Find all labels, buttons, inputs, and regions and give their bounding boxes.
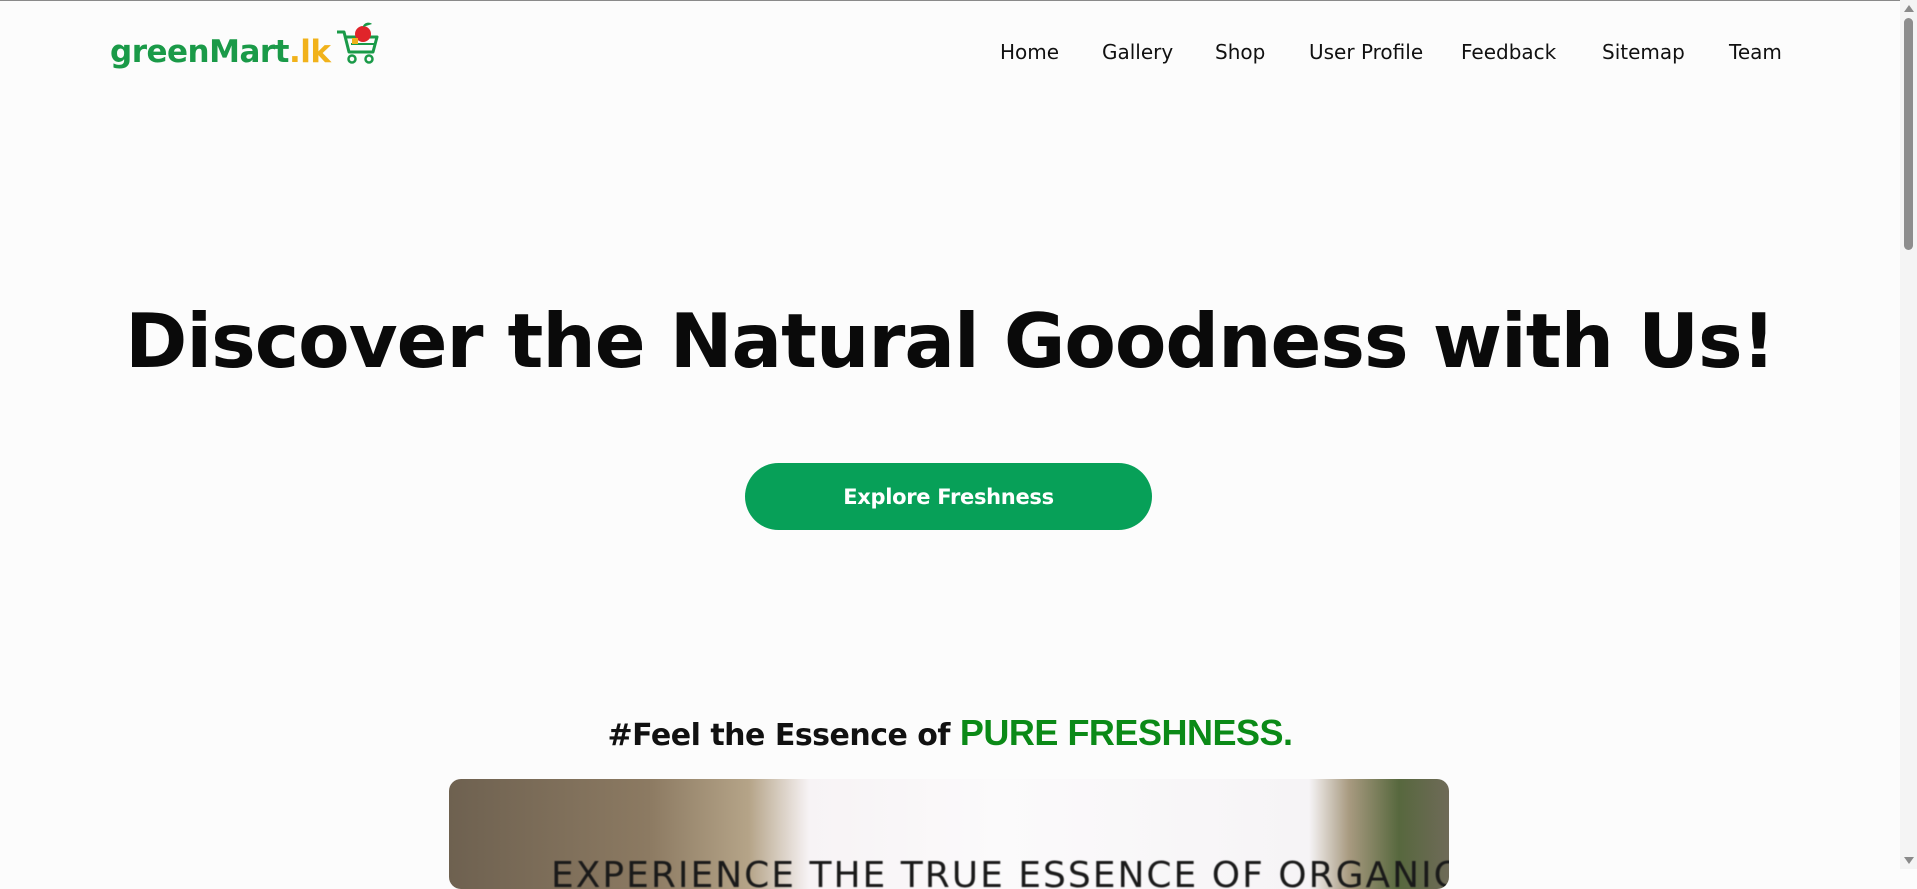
tagline-prefix: #Feel the Essence of: [607, 718, 960, 753]
explore-freshness-button[interactable]: Explore Freshness: [745, 463, 1152, 530]
nav-shop[interactable]: Shop: [1215, 40, 1265, 64]
tagline-highlight: PURE FRESHNESS.: [959, 712, 1293, 753]
scroll-up-arrow-icon[interactable]: [1904, 5, 1914, 12]
nav-home[interactable]: Home: [1000, 40, 1059, 64]
nav-user-profile[interactable]: User Profile: [1309, 40, 1423, 64]
nav-sitemap[interactable]: Sitemap: [1602, 40, 1685, 64]
nav-team[interactable]: Team: [1729, 40, 1782, 64]
scroll-down-arrow-icon[interactable]: [1904, 857, 1914, 864]
hero-title: Discover the Natural Goodness with Us!: [125, 297, 1776, 385]
main-nav: Home Gallery Shop User Profile Feedback …: [0, 40, 1917, 70]
scrollbar-thumb[interactable]: [1904, 18, 1913, 250]
hero-banner-image: EXPERIENCE THE TRUE ESSENCE OF ORGANIC: [449, 779, 1449, 889]
nav-feedback[interactable]: Feedback: [1461, 40, 1556, 64]
nav-gallery[interactable]: Gallery: [1102, 40, 1173, 64]
banner-text: EXPERIENCE THE TRUE ESSENCE OF ORGANIC: [551, 855, 1449, 889]
tagline: #Feel the Essence of PURE FRESHNESS.: [0, 712, 1900, 754]
window-top-border: [0, 0, 1917, 1]
page-scrollbar[interactable]: [1900, 0, 1917, 869]
